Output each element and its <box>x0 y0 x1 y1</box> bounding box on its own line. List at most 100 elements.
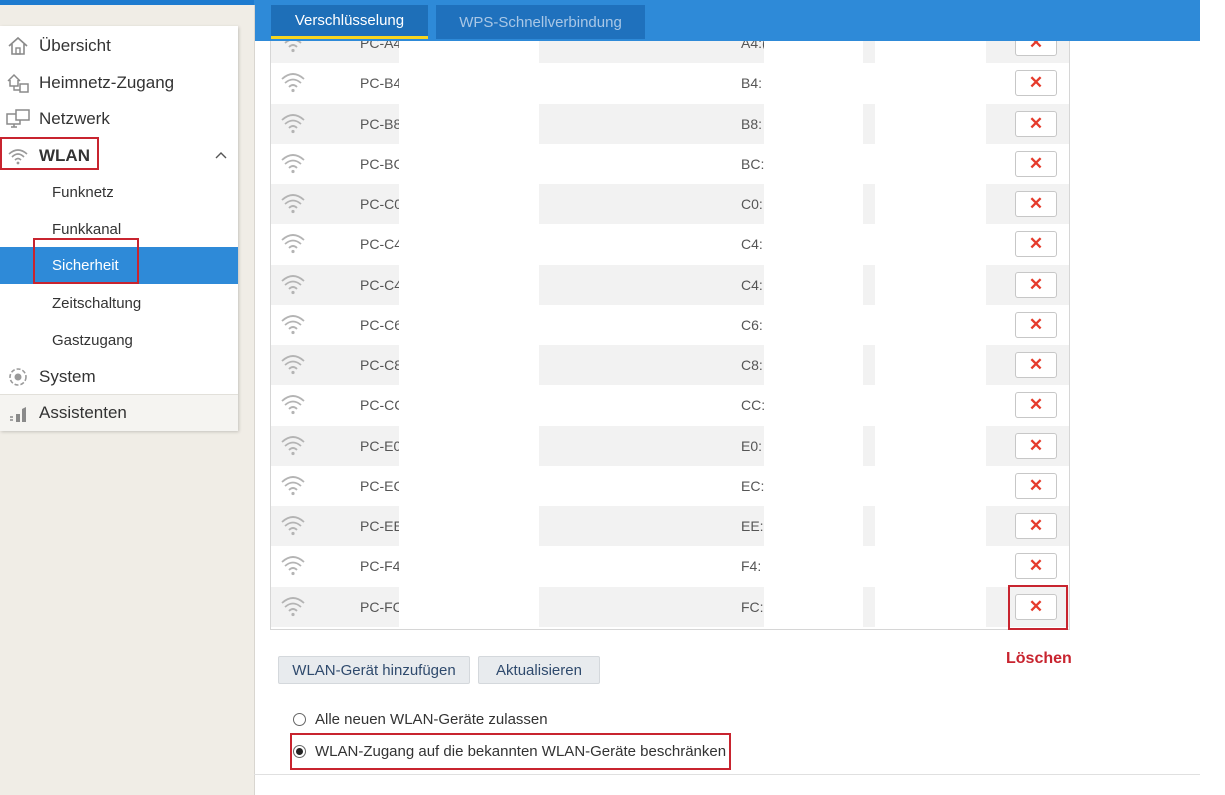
delete-button[interactable]: ✕ <box>1015 41 1057 56</box>
sidebar-item-netzwerk[interactable]: Netzwerk <box>0 100 238 137</box>
device-name: PC-BC <box>360 156 404 172</box>
sidebar-subitem-zeitschaltung[interactable]: Zeitschaltung <box>0 285 238 322</box>
sidebar-item-label: Übersicht <box>39 35 111 55</box>
sidebar-item-uebersicht[interactable]: Übersicht <box>0 27 238 64</box>
device-name: PC-B4 <box>360 75 402 91</box>
device-mac: EE: <box>741 518 764 534</box>
device-name: PC-CC <box>360 397 405 413</box>
add-wlan-device-button[interactable]: WLAN-Gerät hinzufügen <box>278 656 470 684</box>
radio-label: Alle neuen WLAN-Geräte zulassen <box>315 711 548 728</box>
device-mac: F4: <box>741 558 762 574</box>
device-mac: A4:( <box>741 41 767 51</box>
redaction-block <box>875 41 986 629</box>
device-name: PC-C0 <box>360 196 403 212</box>
sidebar-item-label: System <box>39 366 96 386</box>
home-network-icon <box>5 71 31 95</box>
device-name: PC-FC <box>360 599 403 615</box>
sidebar-item-assistenten[interactable]: Assistenten <box>0 394 238 431</box>
chevron-up-icon[interactable] <box>214 148 228 162</box>
wifi-icon <box>280 70 306 94</box>
delete-button[interactable]: ✕ <box>1015 553 1057 579</box>
device-mac: CC: <box>741 397 766 413</box>
device-name: PC-C4 <box>360 236 403 252</box>
device-mac: C0: <box>741 196 763 212</box>
wifi-icon <box>280 594 306 618</box>
device-name: PC-A4 <box>360 41 402 51</box>
wifi-icon <box>280 312 306 336</box>
device-mac: B8: <box>741 116 763 132</box>
delete-button[interactable]: ✕ <box>1015 231 1057 257</box>
delete-button[interactable]: ✕ <box>1015 312 1057 338</box>
device-mac: C4: <box>741 277 763 293</box>
device-name: PC-EC <box>360 478 404 494</box>
device-name: PC-F4 <box>360 558 401 574</box>
delete-button[interactable]: ✕ <box>1015 151 1057 177</box>
delete-annotation: Löschen <box>1006 650 1072 667</box>
sidebar-subitem-label: Funkkanal <box>52 221 122 238</box>
system-icon <box>5 365 31 389</box>
device-name: PC-C8 <box>360 357 403 373</box>
delete-button[interactable]: ✕ <box>1015 272 1057 298</box>
device-name: PC-EE <box>360 518 403 534</box>
wifi-icon <box>280 513 306 537</box>
sidebar-item-label: Netzwerk <box>39 108 110 128</box>
highlight-delete-button <box>1008 585 1068 630</box>
device-name: PC-E0 <box>360 438 402 454</box>
delete-button[interactable]: ✕ <box>1015 191 1057 217</box>
device-mac: EC: <box>741 478 765 494</box>
wifi-icon <box>280 231 306 255</box>
radio-button[interactable] <box>293 713 306 726</box>
delete-button[interactable]: ✕ <box>1015 513 1057 539</box>
refresh-button[interactable]: Aktualisieren <box>478 656 600 684</box>
redaction-block <box>764 41 863 629</box>
tab-wps[interactable]: WPS-Schnellverbindung <box>436 5 645 39</box>
delete-button[interactable]: ✕ <box>1015 70 1057 96</box>
redaction-block <box>399 41 539 629</box>
wifi-icon <box>280 111 306 135</box>
home-icon <box>5 34 31 58</box>
sidebar-item-system[interactable]: System <box>0 358 238 395</box>
wifi-icon <box>280 191 306 215</box>
highlight-wlan <box>0 137 99 170</box>
device-mac: BC: <box>741 156 765 172</box>
sidebar-subitem-label: Zeitschaltung <box>52 295 142 312</box>
network-icon <box>5 107 31 131</box>
tab-verschluesselung[interactable]: Verschlüsselung <box>271 5 428 39</box>
sidebar-item-label: Assistenten <box>39 403 127 422</box>
device-name: PC-C6 <box>360 317 403 333</box>
wifi-icon <box>280 473 306 497</box>
delete-button[interactable]: ✕ <box>1015 392 1057 418</box>
device-mac: B4: <box>741 75 763 91</box>
device-mac: C4: <box>741 236 763 252</box>
radio-allow-all[interactable]: Alle neuen WLAN-Geräte zulassen <box>293 711 548 728</box>
bottom-divider <box>254 774 1200 775</box>
delete-button[interactable]: ✕ <box>1015 111 1057 137</box>
delete-button[interactable]: ✕ <box>1015 473 1057 499</box>
device-mac: C8: <box>741 357 763 373</box>
sidebar-subitem-label: Gastzugang <box>52 332 133 349</box>
wifi-icon <box>280 433 306 457</box>
wifi-icon <box>280 272 306 296</box>
wifi-icon <box>280 392 306 416</box>
wifi-icon <box>280 553 306 577</box>
highlight-restrict-option <box>290 733 731 770</box>
sidebar-item-heimnetz-zugang[interactable]: Heimnetz-Zugang <box>0 64 238 101</box>
sidebar-divider <box>254 5 255 795</box>
delete-button[interactable]: ✕ <box>1015 352 1057 378</box>
device-mac: E0: <box>741 438 763 454</box>
sidebar-subitem-funknetz[interactable]: Funknetz <box>0 174 238 211</box>
highlight-sicherheit <box>33 238 139 284</box>
wifi-icon <box>280 151 306 175</box>
wifi-icon <box>280 352 306 376</box>
sidebar: Übersicht Heimnetz-Zugang Netzwerk WLAN … <box>0 26 238 431</box>
sidebar-item-label: Heimnetz-Zugang <box>39 72 175 92</box>
device-name: PC-B8 <box>360 116 402 132</box>
device-name: PC-C4 <box>360 277 403 293</box>
device-mac: FC: <box>741 599 764 615</box>
sidebar-subitem-gastzugang[interactable]: Gastzugang <box>0 322 238 359</box>
delete-button[interactable]: ✕ <box>1015 433 1057 459</box>
wifi-icon <box>280 41 306 54</box>
device-list: PC-A4 A4:( ✕ PC-B4 B4: ✕ PC-B8 B8: ✕ PC-BC BC: ✕ PC-… <box>270 41 1070 630</box>
device-mac: C6: <box>741 317 763 333</box>
sidebar-subitem-label: Funknetz <box>52 184 114 201</box>
